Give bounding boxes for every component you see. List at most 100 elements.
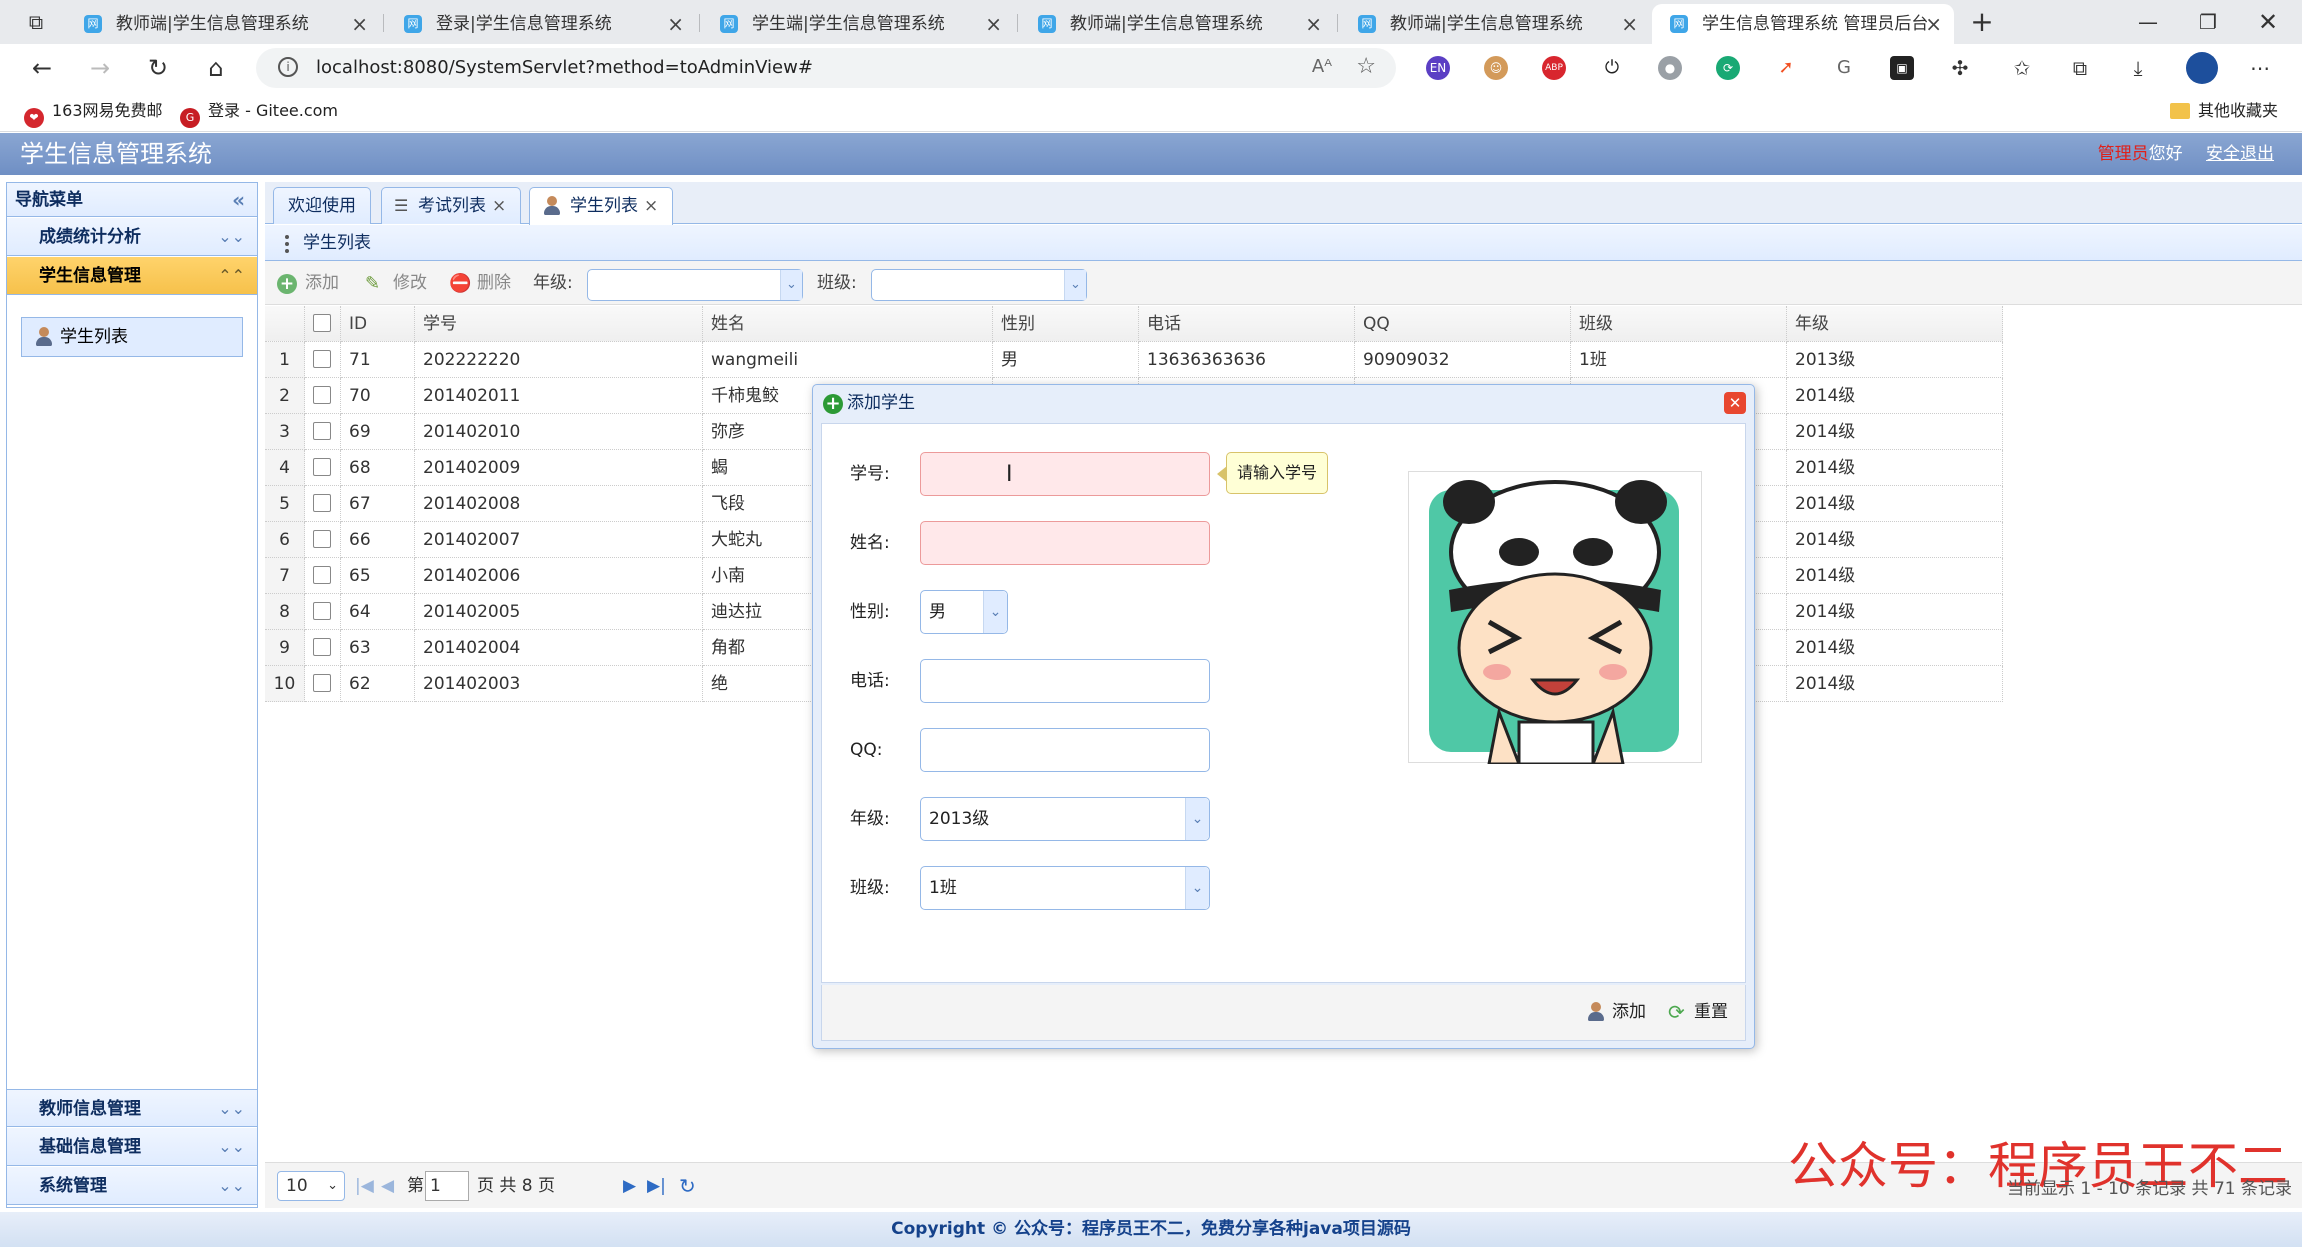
power-extension-icon[interactable]: ⏻	[1600, 56, 1624, 80]
grade-select[interactable]: 2013级 ⌄	[920, 797, 1210, 841]
tab-close-icon[interactable]: ×	[667, 4, 684, 44]
cell-id: 70	[341, 378, 415, 414]
column-header: 性别	[993, 306, 1139, 342]
forward-icon[interactable]: →	[82, 50, 118, 86]
name-input[interactable]	[920, 521, 1210, 565]
browser-tab-3[interactable]: 网 学生端|学生信息管理系统 ×	[702, 4, 1014, 44]
tab-student-list[interactable]: 学生列表 ×	[529, 187, 674, 225]
reload-icon[interactable]: ↻	[140, 50, 176, 86]
grade-filter-select[interactable]: ⌄	[587, 269, 803, 301]
extension-badge-icon[interactable]: ▣	[1890, 56, 1914, 80]
browser-tab-1[interactable]: 网 教师端|学生信息管理系统 ×	[66, 4, 380, 44]
read-aloud-icon[interactable]: Aᴬ	[1312, 56, 1332, 77]
more-menu-icon[interactable]: ⋯	[2248, 56, 2272, 80]
last-page-icon[interactable]: ▶|	[647, 1163, 666, 1209]
next-page-icon[interactable]: ▶	[623, 1163, 636, 1209]
dialog-add-button[interactable]: 添加	[1586, 985, 1646, 1039]
address-bar[interactable]: i localhost:8080/SystemServlet?method=to…	[256, 48, 1396, 88]
dialog-close-icon[interactable]: ✕	[1724, 392, 1746, 414]
collections-icon[interactable]: ⧉	[2068, 56, 2092, 80]
select-all-checkbox[interactable]	[313, 314, 331, 332]
row-select-checkbox[interactable]	[313, 494, 331, 512]
cell-grade: 2014级	[1787, 558, 2003, 594]
sidebar-section-basic-info[interactable]: 基础信息管理 ⌄⌄	[7, 1128, 257, 1166]
browser-tab-4[interactable]: 网 教师端|学生信息管理系统 ×	[1020, 4, 1334, 44]
cell-grade: 2014级	[1787, 522, 2003, 558]
row-select-checkbox[interactable]	[313, 386, 331, 404]
class-filter-select[interactable]: ⌄	[871, 269, 1087, 301]
refresh-icon[interactable]: ↻	[679, 1163, 696, 1209]
student-number-input[interactable]	[920, 452, 1210, 496]
delete-button[interactable]: ⛔ 删除	[449, 261, 511, 305]
tab-exam-list[interactable]: ☰ 考试列表 ×	[381, 187, 522, 224]
restore-icon[interactable]: ❐	[2178, 0, 2238, 44]
site-favicon-icon: 网	[1038, 15, 1056, 33]
edit-button[interactable]: ✎ 修改	[365, 261, 427, 305]
grade-label: 年级:	[850, 809, 890, 829]
page-number-input[interactable]: 1	[425, 1171, 469, 1201]
other-bookmarks-folder[interactable]: 其他收藏夹	[2170, 92, 2278, 130]
column-header: 学号	[415, 306, 703, 342]
adblock-icon[interactable]: ABP	[1542, 56, 1566, 80]
browser-tab-active[interactable]: 网 学生信息管理系统 管理员后台 ×	[1652, 4, 1954, 44]
row-select-checkbox[interactable]	[313, 422, 331, 440]
browser-tab-2[interactable]: 网 登录|学生信息管理系统 ×	[386, 4, 696, 44]
home-icon[interactable]: ⌂	[198, 50, 234, 86]
first-page-icon[interactable]: |◀	[355, 1163, 374, 1209]
extensions-puzzle-icon[interactable]: ✣	[1948, 56, 1972, 80]
sidebar-section-system[interactable]: 系统管理 ⌄⌄	[7, 1167, 257, 1205]
bookmark-gitee[interactable]: G 登录 - Gitee.com	[180, 92, 338, 130]
tab-close-icon[interactable]: ×	[1305, 4, 1322, 44]
extension-icon[interactable]: ➚	[1774, 56, 1798, 80]
sex-select[interactable]: 男 ⌄	[920, 590, 1008, 634]
sidebar-section-student-management[interactable]: 学生信息管理 ⌃⌃	[7, 257, 257, 295]
extension-icon[interactable]: ●	[1658, 56, 1682, 80]
bookmark-163-mail[interactable]: ❤ 163网易免费邮	[24, 92, 163, 130]
sidebar-item-student-list[interactable]: 学生列表	[21, 317, 243, 357]
downloads-icon[interactable]: ⤓	[2126, 56, 2150, 80]
prev-page-icon[interactable]: ◀	[381, 1163, 394, 1209]
cell-id: 66	[341, 522, 415, 558]
tab-close-icon[interactable]: ×	[644, 196, 658, 216]
page-size-select[interactable]: 10 ⌄	[277, 1171, 345, 1201]
sidebar-section-score-analysis[interactable]: 成绩统计分析 ⌄⌄	[7, 218, 257, 256]
tab-close-icon[interactable]: ×	[985, 4, 1002, 44]
tab-close-icon[interactable]: ×	[1621, 4, 1638, 44]
translate-extension-icon[interactable]: EN	[1426, 56, 1450, 80]
extension-icon[interactable]: G	[1832, 56, 1856, 80]
tab-close-icon[interactable]: ×	[351, 4, 368, 44]
sidebar-section-teacher-management[interactable]: 教师信息管理 ⌄⌄	[7, 1089, 257, 1127]
minimize-icon[interactable]: —	[2118, 0, 2178, 44]
column-header-label: 姓名	[711, 314, 745, 334]
extension-icon[interactable]: ☺	[1484, 56, 1508, 80]
extension-icon[interactable]: ⟳	[1716, 56, 1740, 80]
row-select-checkbox[interactable]	[313, 602, 331, 620]
class-select[interactable]: 1班 ⌄	[920, 866, 1210, 910]
phone-input[interactable]	[920, 659, 1210, 703]
site-info-icon[interactable]: i	[278, 57, 298, 77]
row-select-checkbox[interactable]	[313, 674, 331, 692]
window-close-icon[interactable]: ✕	[2238, 0, 2298, 44]
grid-toolbar: + 添加 ✎ 修改 ⛔ 删除 年级: ⌄ 班级: ⌄	[265, 261, 2302, 305]
tab-close-icon[interactable]: ×	[1925, 4, 1942, 44]
row-select-checkbox[interactable]	[313, 530, 331, 548]
collapse-sidebar-icon[interactable]: «	[232, 183, 245, 217]
logout-link[interactable]: 安全退出	[2206, 144, 2274, 164]
tab-actions-icon[interactable]: ⧉	[18, 4, 54, 40]
row-select-checkbox[interactable]	[313, 350, 331, 368]
dialog-reset-button[interactable]: ⟳ 重置	[1668, 985, 1728, 1039]
row-select-checkbox[interactable]	[313, 458, 331, 476]
back-icon[interactable]: ←	[24, 50, 60, 86]
qq-input[interactable]	[920, 728, 1210, 772]
browser-tab-5[interactable]: 网 教师端|学生信息管理系统 ×	[1340, 4, 1650, 44]
profile-avatar-icon[interactable]	[2186, 52, 2218, 84]
row-select-checkbox[interactable]	[313, 638, 331, 656]
table-row[interactable]: 1 71 202222220 wangmeili 男 13636363636 9090903…	[265, 342, 2015, 378]
new-tab-icon[interactable]: +	[1964, 4, 2000, 40]
favorites-icon[interactable]: ✩	[2010, 56, 2034, 80]
add-button[interactable]: + 添加	[277, 261, 339, 305]
favorite-star-icon[interactable]: ☆	[1356, 54, 1376, 79]
tab-welcome[interactable]: 欢迎使用	[273, 187, 371, 224]
row-select-checkbox[interactable]	[313, 566, 331, 584]
tab-close-icon[interactable]: ×	[492, 196, 506, 216]
